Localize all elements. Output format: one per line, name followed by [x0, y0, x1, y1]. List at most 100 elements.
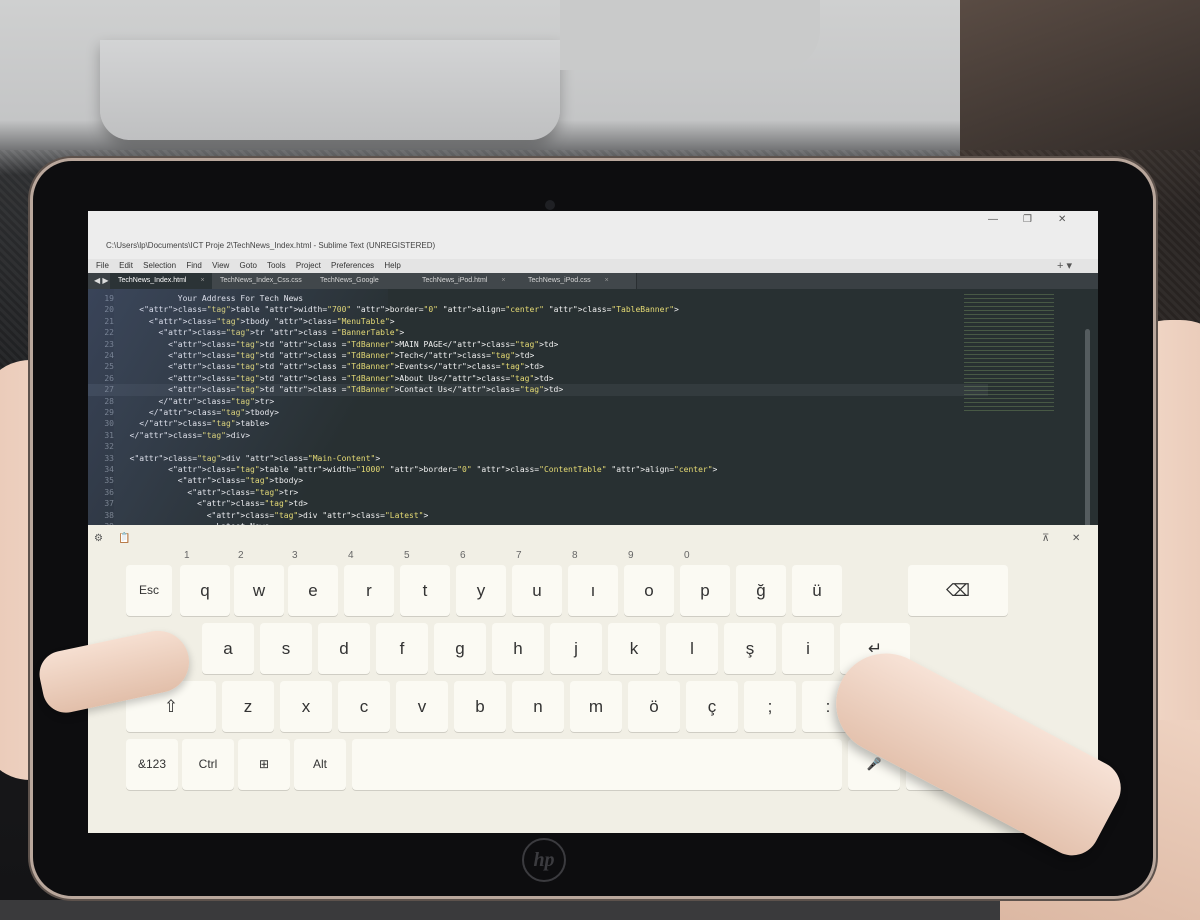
new-tab-button[interactable]: + ▾ [1057, 259, 1072, 272]
key-char[interactable]: z [222, 681, 274, 732]
key-char[interactable]: ; [744, 681, 796, 732]
key-label: b [475, 697, 485, 716]
key-char[interactable]: x [280, 681, 332, 732]
hp-logo: hp [522, 838, 566, 882]
key-label: ⊞ [258, 757, 270, 771]
key-symbols[interactable]: &123 [126, 739, 178, 790]
tab-close-icon[interactable]: × [501, 277, 505, 284]
key-space[interactable] [352, 739, 842, 790]
editor-scrollbar[interactable] [1085, 329, 1090, 529]
key-char[interactable]: v [396, 681, 448, 732]
key-label: ⇧ [163, 697, 179, 716]
key-label: y [476, 581, 486, 600]
menu-goto[interactable]: Goto [240, 261, 257, 270]
key-char[interactable]: c [338, 681, 390, 732]
key-char[interactable]: o9 [624, 550, 674, 616]
menu-file[interactable]: File [96, 261, 109, 270]
key-char[interactable]: d [318, 623, 370, 674]
key-char[interactable]: y6 [456, 550, 506, 616]
tab-technews-google-io[interactable]: TechNews_Google IO.html× [312, 273, 429, 300]
key-char[interactable]: q1 [180, 550, 230, 616]
key-label: &123 [137, 757, 167, 771]
key-char[interactable]: i [782, 623, 834, 674]
key-char[interactable]: l [666, 623, 718, 674]
minimize-button[interactable]: — [988, 214, 998, 225]
tab-technews-ipod-html[interactable]: TechNews_iPod.html × [414, 273, 531, 289]
key-char[interactable]: p0 [680, 550, 730, 616]
key-label: m [588, 697, 604, 716]
key-char[interactable]: t5 [400, 550, 450, 616]
key-char[interactable]: b [454, 681, 506, 732]
menu-selection[interactable]: Selection [143, 261, 176, 270]
key-label: t [422, 581, 428, 600]
key-number-hint: 0 [684, 550, 690, 561]
key-label: d [339, 639, 349, 658]
key-char[interactable]: e3 [288, 550, 338, 616]
menu-project[interactable]: Project [296, 261, 321, 270]
key-label: ü [812, 581, 822, 600]
key-alt[interactable]: Alt [294, 739, 346, 790]
key-label: ö [649, 697, 659, 716]
key-number-hint: 3 [292, 550, 298, 561]
key-char[interactable]: n [512, 681, 564, 732]
menu-view[interactable]: View [212, 261, 229, 270]
key-backspace[interactable]: ⌫ [908, 565, 1008, 616]
tab-technews-ipod-css[interactable]: TechNews_iPod.css × [520, 273, 637, 289]
key-ctrl[interactable]: Ctrl [182, 739, 234, 790]
dock-icon[interactable]: ⊼ [1042, 533, 1049, 544]
key-label: v [417, 697, 427, 716]
key-label: : [825, 697, 831, 716]
key-char[interactable]: f [376, 623, 428, 674]
key-char[interactable]: ü [792, 565, 842, 616]
restore-button[interactable]: ❐ [1023, 214, 1032, 225]
tab-close-icon[interactable]: × [605, 277, 609, 284]
key-char[interactable]: ö [628, 681, 680, 732]
key-char[interactable]: h [492, 623, 544, 674]
close-button[interactable]: ✕ [1058, 214, 1066, 225]
key-esc[interactable]: Esc [126, 565, 172, 616]
key-label: e [308, 581, 318, 600]
tab-label: TechNews_Index.html [118, 277, 187, 284]
menu-find[interactable]: Find [186, 261, 202, 270]
menu-preferences[interactable]: Preferences [331, 261, 374, 270]
key-label: ç [707, 697, 717, 716]
key-label: g [455, 639, 465, 658]
key-char[interactable]: j [550, 623, 602, 674]
key-char[interactable]: ş [724, 623, 776, 674]
key-label: ; [767, 697, 773, 716]
key-windows[interactable]: ⊞ [238, 739, 290, 790]
key-char[interactable]: g [434, 623, 486, 674]
clipboard-icon[interactable]: 📋 [118, 533, 130, 544]
key-number-hint: 6 [460, 550, 466, 561]
code-editor[interactable]: 19 Your Address For Tech News20 <"attr">… [88, 289, 1098, 609]
settings-icon[interactable]: ⚙ [94, 533, 103, 544]
key-char[interactable]: ğ [736, 565, 786, 616]
camera-lens [545, 200, 555, 210]
key-label: f [399, 639, 405, 658]
menu-tools[interactable]: Tools [267, 261, 286, 270]
window-title: C:\Users\lp\Documents\ICT Proje 2\TechNe… [106, 241, 436, 250]
tab-label: TechNews_iPod.html [422, 277, 488, 284]
key-char[interactable]: r4 [344, 550, 394, 616]
key-char[interactable]: ı8 [568, 550, 618, 616]
menu-edit[interactable]: Edit [119, 261, 133, 270]
key-label: ı [590, 581, 596, 600]
key-number-hint: 4 [348, 550, 354, 561]
key-char[interactable]: m [570, 681, 622, 732]
key-label: j [574, 639, 578, 658]
key-char[interactable]: a [202, 623, 254, 674]
tab-nav-arrows[interactable]: ◀ ▶ [94, 273, 109, 289]
key-label: q [200, 581, 210, 600]
key-char[interactable]: u7 [512, 550, 562, 616]
key-char[interactable]: k [608, 623, 660, 674]
tab-close-icon[interactable]: × [200, 277, 204, 284]
key-char[interactable]: ç [686, 681, 738, 732]
menu-help[interactable]: Help [384, 261, 400, 270]
key-label: ⌫ [945, 581, 971, 600]
tab-label: TechNews_Index_Css.css [220, 277, 302, 284]
key-char[interactable]: s [260, 623, 312, 674]
key-number-hint: 1 [184, 550, 190, 561]
close-icon[interactable]: ✕ [1072, 533, 1080, 544]
key-char[interactable]: w2 [234, 550, 284, 616]
minimap[interactable] [964, 294, 1054, 414]
